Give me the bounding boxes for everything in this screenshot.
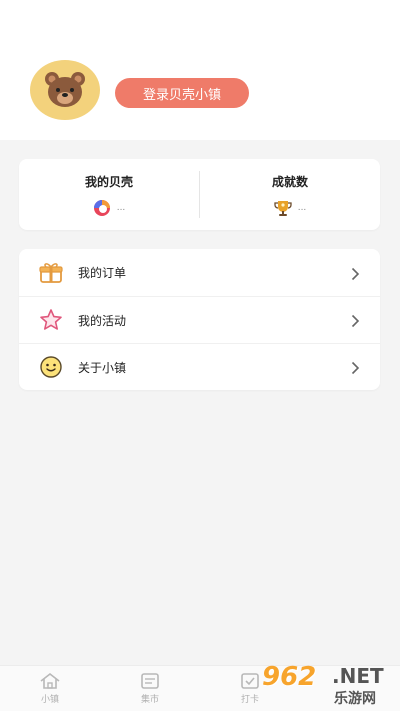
achievements-value: ... — [297, 203, 307, 213]
bear-icon — [45, 72, 85, 107]
shell-icon — [93, 200, 110, 216]
tab-label: 集市 — [140, 695, 159, 705]
market-icon — [141, 673, 159, 689]
star-icon — [39, 308, 63, 332]
watermark-logo: 962 .NET 乐游网 — [262, 660, 400, 710]
menu-card: 我的订单 我的活动 关于小镇 — [19, 249, 380, 390]
menu-item-label: 我的活动 — [78, 313, 127, 328]
watermark-cn: 乐游网 — [334, 691, 376, 707]
watermark-number: 962 — [262, 662, 317, 692]
smiley-icon — [39, 355, 63, 379]
checkin-icon — [241, 673, 259, 689]
chevron-right-icon — [351, 266, 360, 285]
tab-market[interactable]: 集市 — [100, 666, 200, 711]
profile-header: 登录贝壳小镇 — [0, 0, 400, 140]
avatar[interactable] — [30, 60, 100, 120]
stat-shells[interactable]: 我的贝壳 ... — [19, 159, 199, 230]
menu-item-label: 关于小镇 — [78, 360, 127, 375]
watermark-suffix: .NET — [332, 664, 384, 688]
tab-label: 小镇 — [40, 695, 59, 705]
login-button[interactable]: 登录贝壳小镇 — [115, 78, 249, 108]
home-icon — [40, 672, 60, 689]
menu-item-orders[interactable]: 我的订单 — [19, 249, 380, 296]
chevron-right-icon — [351, 360, 360, 379]
trophy-icon — [274, 201, 292, 216]
menu-item-about[interactable]: 关于小镇 — [19, 343, 380, 390]
tab-town[interactable]: 小镇 — [0, 666, 100, 711]
shells-value: ... — [116, 203, 126, 213]
menu-item-activities[interactable]: 我的活动 — [19, 296, 380, 343]
tab-label: 打卡 — [240, 695, 259, 705]
achievements-label: 成就数 — [271, 175, 308, 189]
gift-icon — [39, 261, 63, 285]
stat-achievements[interactable]: 成就数 ... — [200, 159, 380, 230]
stats-card: 我的贝壳 ... 成就数 ... — [19, 159, 380, 230]
menu-item-label: 我的订单 — [78, 266, 127, 280]
chevron-right-icon — [351, 313, 360, 332]
shells-label: 我的贝壳 — [84, 175, 133, 189]
